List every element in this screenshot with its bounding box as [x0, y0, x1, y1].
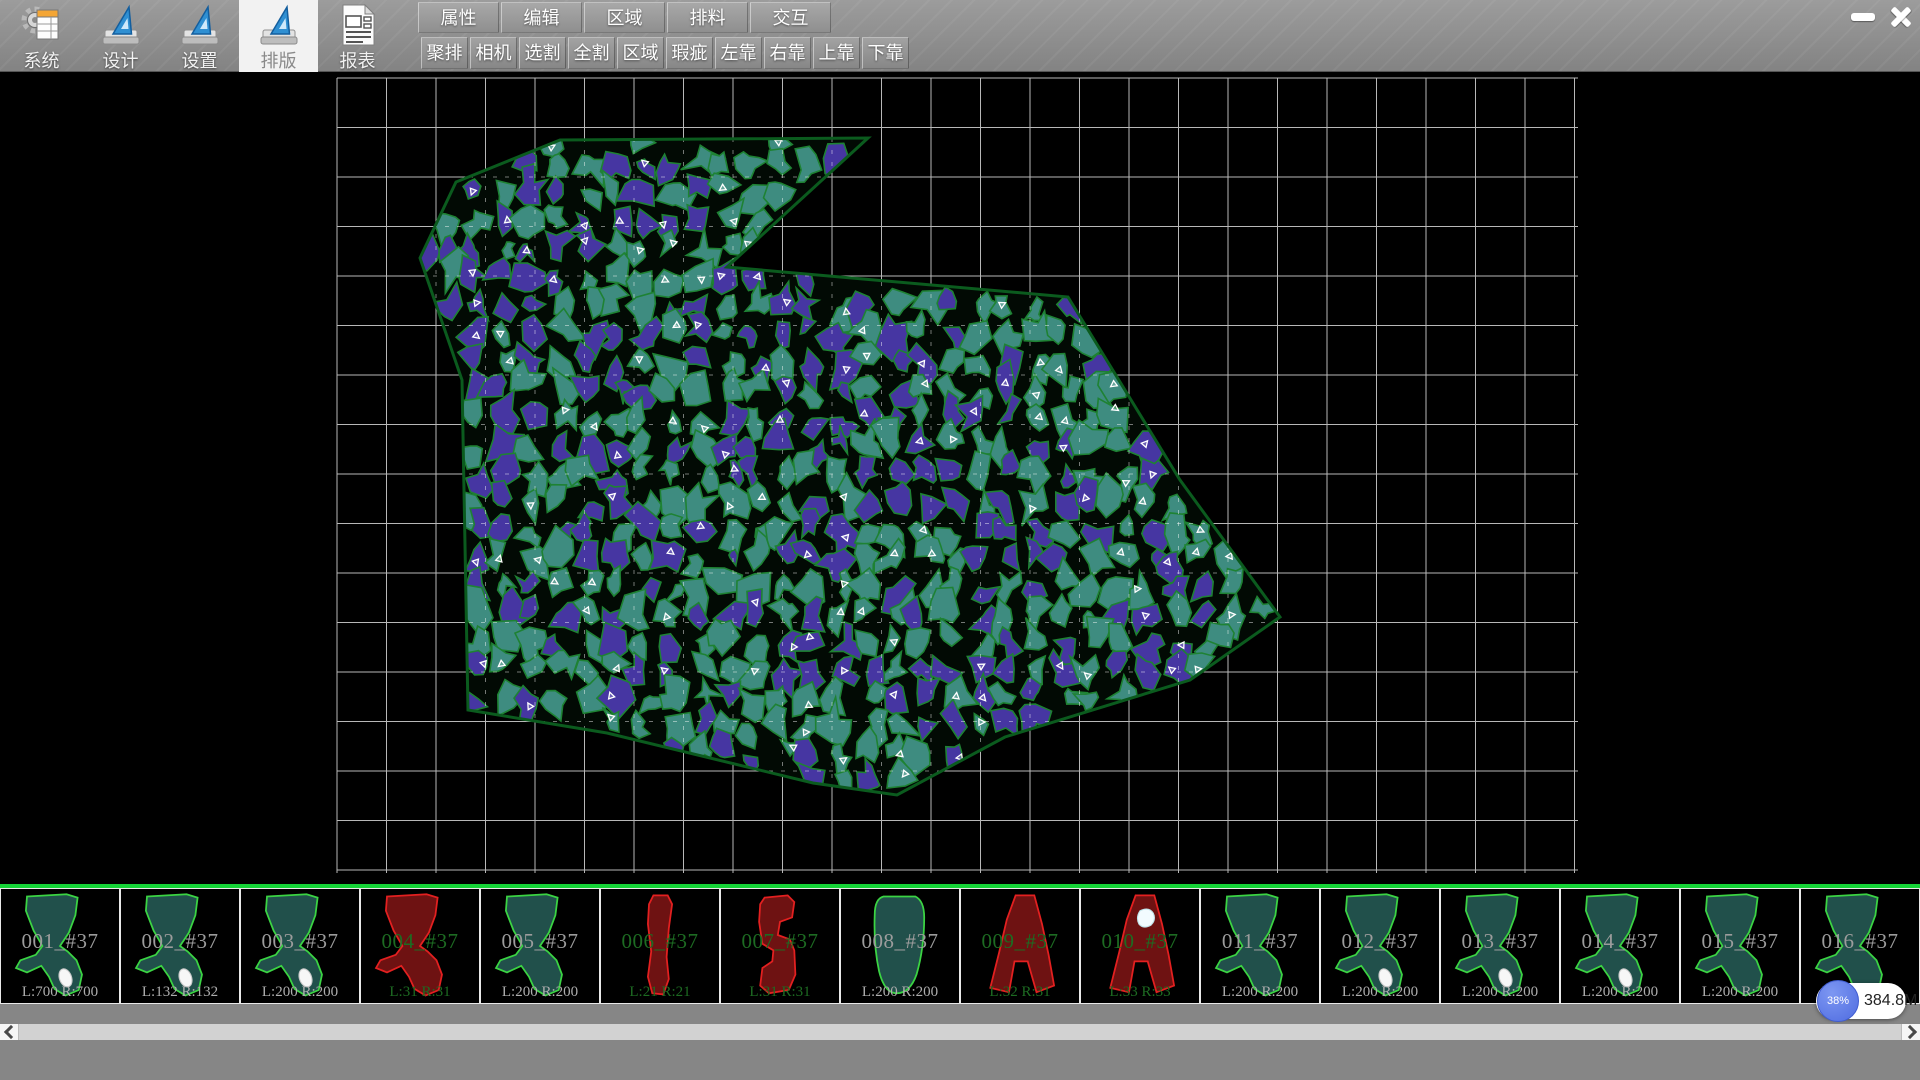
main-button-2[interactable]: 设计	[81, 0, 160, 72]
piece-id-label: 008_#37	[841, 929, 959, 954]
main-button-label: 设置	[182, 47, 218, 73]
thumbnail-cell-013_#37[interactable]: 013_#37 L:200 R:200	[1440, 888, 1560, 1004]
tool-button-4[interactable]: 全割	[568, 37, 615, 69]
chevron-left-icon	[3, 1025, 17, 1039]
piece-lr-label: L:200 R:200	[1321, 984, 1439, 1001]
piece-id-label: 005_#37	[481, 929, 599, 954]
piece-lr-label: L:200 R:200	[481, 984, 599, 1001]
piece-lr-label: L:200 R:200	[841, 984, 959, 1001]
thumbnail-cell-010_#37[interactable]: 010_#37 L:33 R:33	[1080, 888, 1200, 1004]
system-icon	[21, 3, 63, 47]
menu-item-2[interactable]: 编辑	[501, 2, 582, 33]
memory-percent-badge: 38%	[1817, 980, 1859, 1022]
thumbnail-cell-009_#37[interactable]: 009_#37 L:32 R:31	[960, 888, 1080, 1004]
thumbnail-cell-011_#37[interactable]: 011_#37 L:200 R:200	[1200, 888, 1320, 1004]
menu-item-4[interactable]: 排料	[667, 2, 748, 33]
tool-button-6[interactable]: 瑕疵	[666, 37, 713, 69]
piece-lr-label: L:32 R:31	[961, 984, 1079, 1001]
piece-lr-label: L:31 R:31	[721, 984, 839, 1001]
piece-lr-label: L:200 R:200	[1441, 984, 1559, 1001]
design-icon	[100, 3, 142, 47]
main-button-1[interactable]: 系统	[2, 0, 81, 72]
piece-lr-label: L:200 R:200	[1681, 984, 1799, 1001]
minimize-button[interactable]	[1845, 3, 1880, 30]
piece-id-label: 009_#37	[961, 929, 1079, 954]
memory-usage-badge: 38% 384.8M	[1816, 983, 1906, 1019]
tool-button-9[interactable]: 上靠	[813, 37, 860, 69]
main-button-label: 系统	[24, 47, 60, 73]
close-icon	[1889, 5, 1913, 29]
scroll-left-button[interactable]	[0, 1024, 19, 1040]
thumbnail-cell-006_#37[interactable]: 006_#37 L:21 R:21	[600, 888, 720, 1004]
nesting-canvas[interactable]	[0, 72, 1920, 884]
horizontal-scrollbar[interactable]	[0, 1024, 1920, 1040]
piece-lr-label: L:33 R:33	[1081, 984, 1199, 1001]
main-toolbar: 系统设计设置排版报表 属性编辑区域排料交互 聚排相机选割全割区域瑕疵左靠右靠上靠…	[0, 0, 1920, 72]
piece-lr-label: L:200 R:200	[241, 984, 359, 1001]
piece-id-label: 002_#37	[121, 929, 239, 954]
menu-item-5[interactable]: 交互	[750, 2, 831, 33]
tool-button-8[interactable]: 右靠	[764, 37, 811, 69]
memory-size: 384.8M	[1864, 983, 1917, 1019]
main-button-3[interactable]: 设置	[160, 0, 239, 72]
piece-id-label: 011_#37	[1201, 929, 1319, 954]
thumbnail-cell-004_#37[interactable]: 004_#37 L:31 R:31	[360, 888, 480, 1004]
thumbnail-cell-005_#37[interactable]: 005_#37 L:200 R:200	[480, 888, 600, 1004]
tool-button-5[interactable]: 区域	[617, 37, 664, 69]
design-icon	[258, 3, 300, 47]
scroll-right-button[interactable]	[1901, 1024, 1920, 1040]
thumbnail-cell-008_#37[interactable]: 008_#37 L:200 R:200	[840, 888, 960, 1004]
piece-lr-label: L:700 R:700	[1, 984, 119, 1001]
thumbnail-cell-012_#37[interactable]: 012_#37 L:200 R:200	[1320, 888, 1440, 1004]
piece-id-label: 016_#37	[1801, 929, 1919, 954]
piece-id-label: 004_#37	[361, 929, 479, 954]
piece-id-label: 007_#37	[721, 929, 839, 954]
report-icon	[337, 3, 379, 47]
status-strip	[0, 1040, 1920, 1080]
piece-thumbnail-strip: 001_#37L:700 R:700002_#37L:132 R:132003_…	[0, 884, 1920, 1004]
piece-id-label: 006_#37	[601, 929, 719, 954]
tool-button-2[interactable]: 相机	[470, 37, 517, 69]
minimize-icon	[1851, 13, 1875, 21]
piece-id-label: 014_#37	[1561, 929, 1679, 954]
thumbnail-cell-014_#37[interactable]: 014_#37 L:200 R:200	[1560, 888, 1680, 1004]
menu-item-3[interactable]: 区域	[584, 2, 665, 33]
chevron-right-icon	[1902, 1025, 1916, 1039]
tool-button-1[interactable]: 聚排	[421, 37, 468, 69]
piece-id-label: 015_#37	[1681, 929, 1799, 954]
close-button[interactable]	[1883, 3, 1918, 30]
tool-button-7[interactable]: 左靠	[715, 37, 762, 69]
tool-button-3[interactable]: 选割	[519, 37, 566, 69]
tool-button-10[interactable]: 下靠	[862, 37, 909, 69]
thumbnail-cell-001_#37[interactable]: 001_#37 L:700 R:700	[0, 888, 120, 1004]
piece-lr-label: L:200 R:200	[1201, 984, 1319, 1001]
menu-item-1[interactable]: 属性	[418, 2, 499, 33]
thumbnail-cells: 001_#37L:700 R:700002_#37L:132 R:132003_…	[0, 888, 1920, 1004]
app-window: 系统设计设置排版报表 属性编辑区域排料交互 聚排相机选割全割区域瑕疵左靠右靠上靠…	[0, 0, 1920, 1080]
piece-lr-label: L:21 R:21	[601, 984, 719, 1001]
thumbnail-cell-015_#37[interactable]: 015_#37 L:200 R:200	[1680, 888, 1800, 1004]
main-button-5[interactable]: 报表	[318, 0, 397, 72]
thumbnail-cell-002_#37[interactable]: 002_#37 L:132 R:132	[120, 888, 240, 1004]
main-button-label: 设计	[103, 47, 139, 73]
main-button-label: 排版	[261, 47, 297, 73]
piece-id-label: 013_#37	[1441, 929, 1559, 954]
piece-id-label: 001_#37	[1, 929, 119, 954]
piece-id-label: 010_#37	[1081, 929, 1199, 954]
design-icon	[179, 3, 221, 47]
main-button-4[interactable]: 排版	[239, 0, 318, 72]
main-button-label: 报表	[340, 47, 376, 73]
thumbnail-cell-007_#37[interactable]: 007_#37 L:31 R:31	[720, 888, 840, 1004]
piece-lr-label: L:200 R:200	[1561, 984, 1679, 1001]
thumbnail-cell-003_#37[interactable]: 003_#37 L:200 R:200	[240, 888, 360, 1004]
memory-percent: 38%	[1827, 995, 1849, 1007]
piece-id-label: 012_#37	[1321, 929, 1439, 954]
piece-lr-label: L:31 R:31	[361, 984, 479, 1001]
piece-id-label: 003_#37	[241, 929, 359, 954]
piece-lr-label: L:132 R:132	[121, 984, 239, 1001]
